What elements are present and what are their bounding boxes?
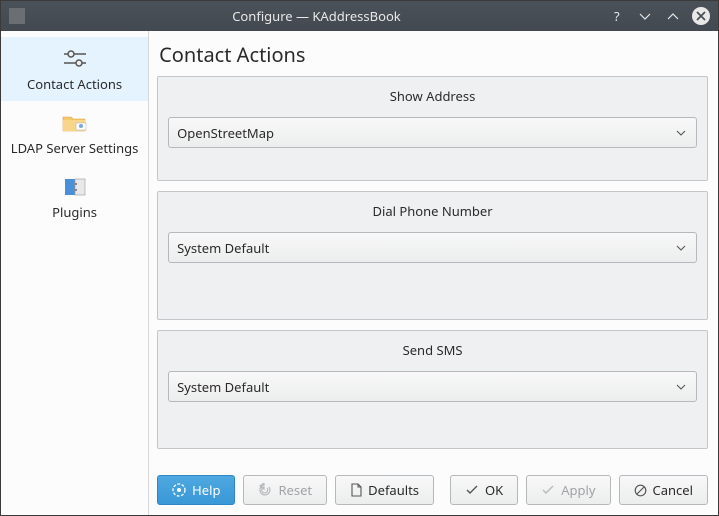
- button-label: Defaults: [368, 481, 419, 499]
- group-title: Send SMS: [158, 331, 707, 371]
- group-title: Dial Phone Number: [158, 192, 707, 232]
- send-sms-combo[interactable]: System Default: [168, 371, 697, 402]
- close-button[interactable]: [692, 7, 710, 25]
- chevron-down-icon: [676, 245, 686, 251]
- chevron-down-icon: [676, 130, 686, 136]
- group-dial-phone: Dial Phone Number System Default: [157, 191, 708, 320]
- show-address-combo[interactable]: OpenStreetMap: [168, 117, 697, 148]
- group-send-sms: Send SMS System Default: [157, 330, 708, 449]
- sidebar-item-label: Contact Actions: [27, 75, 122, 93]
- sidebar-item-label: Plugins: [52, 203, 97, 221]
- button-label: Apply: [561, 481, 595, 499]
- check-icon: [465, 484, 479, 496]
- minimize-button[interactable]: [636, 7, 654, 25]
- window-controls: ?: [608, 7, 718, 25]
- sidebar-item-contact-actions[interactable]: Contact Actions: [1, 37, 148, 101]
- page-title: Contact Actions: [157, 39, 708, 76]
- window-title: Configure — KAddressBook: [25, 7, 608, 25]
- button-label: Cancel: [653, 481, 693, 499]
- combo-value: OpenStreetMap: [177, 124, 274, 142]
- combo-value: System Default: [177, 239, 269, 257]
- help-button[interactable]: Help: [157, 475, 235, 505]
- button-label: Help: [192, 481, 220, 499]
- dial-phone-combo[interactable]: System Default: [168, 232, 697, 263]
- folder-network-icon: [59, 111, 91, 135]
- sliders-icon: [59, 47, 91, 71]
- reset-button[interactable]: Reset: [243, 475, 327, 505]
- defaults-button[interactable]: Defaults: [335, 475, 434, 505]
- help-titlebar-button[interactable]: ?: [608, 7, 626, 25]
- svg-text:?: ?: [614, 9, 620, 23]
- dialog-body: Contact Actions LDAP Server Settings: [1, 31, 718, 515]
- help-icon: [172, 483, 186, 497]
- sidebar-item-ldap[interactable]: LDAP Server Settings: [1, 101, 148, 165]
- ok-button[interactable]: OK: [450, 475, 518, 505]
- button-label: Reset: [278, 481, 312, 499]
- titlebar: Configure — KAddressBook ?: [1, 1, 718, 31]
- configure-window: Configure — KAddressBook ?: [0, 0, 719, 516]
- chevron-down-icon: [676, 384, 686, 390]
- sidebar: Contact Actions LDAP Server Settings: [1, 31, 149, 515]
- check-icon: [541, 484, 555, 496]
- button-row: Help Reset Defaults: [157, 463, 708, 505]
- main-panel: Contact Actions Show Address OpenStreetM…: [149, 31, 718, 515]
- content-area: Show Address OpenStreetMap Dial Phone Nu…: [157, 76, 708, 463]
- app-icon: [9, 8, 25, 24]
- undo-icon: [258, 483, 272, 497]
- group-show-address: Show Address OpenStreetMap: [157, 76, 708, 181]
- sidebar-item-label: LDAP Server Settings: [11, 139, 139, 157]
- button-label: OK: [485, 481, 503, 499]
- group-title: Show Address: [158, 77, 707, 117]
- cancel-icon: [634, 484, 647, 497]
- combo-value: System Default: [177, 378, 269, 396]
- apply-button[interactable]: Apply: [526, 475, 610, 505]
- sidebar-item-plugins[interactable]: Plugins: [1, 165, 148, 229]
- document-revert-icon: [350, 483, 362, 497]
- plugin-icon: [59, 175, 91, 199]
- cancel-button[interactable]: Cancel: [619, 475, 708, 505]
- maximize-button[interactable]: [664, 7, 682, 25]
